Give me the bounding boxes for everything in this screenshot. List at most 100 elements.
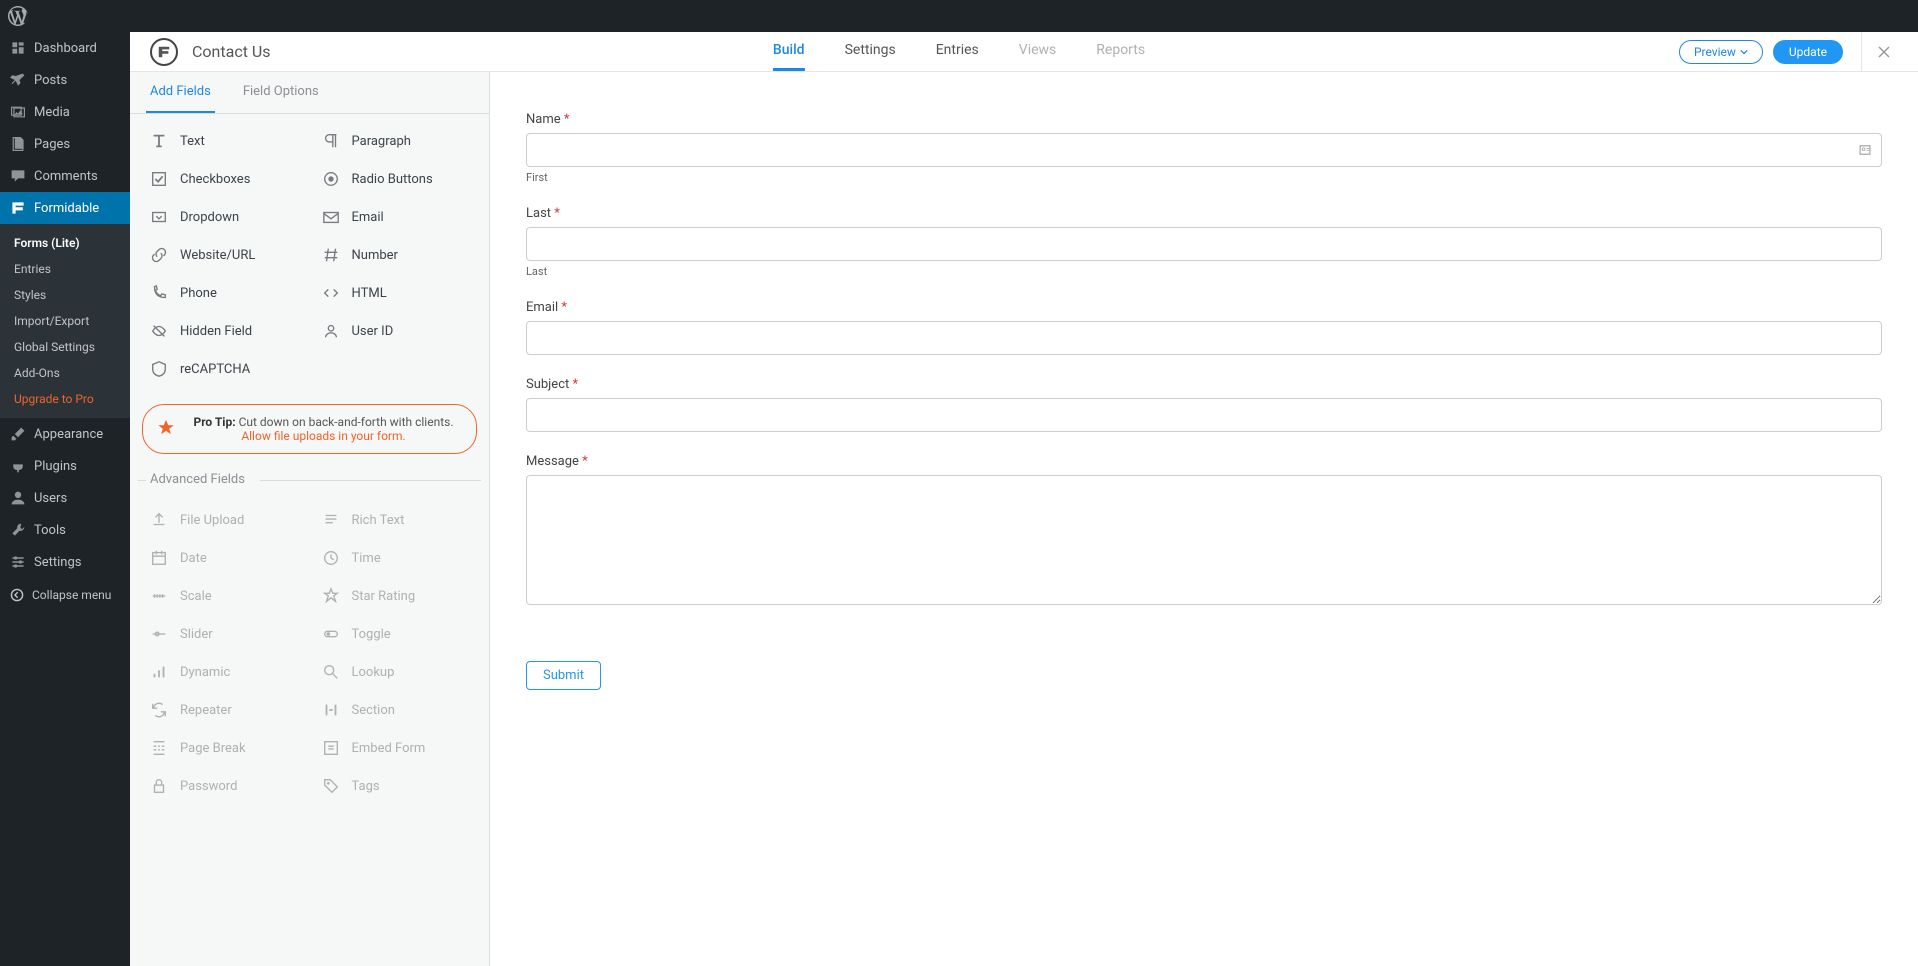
- form-field[interactable]: Name *First: [526, 112, 1882, 184]
- field-type-website-url[interactable]: Website/URL: [138, 236, 310, 274]
- field-type-page-break[interactable]: Page Break: [138, 729, 310, 767]
- wp-admin-sidebar: Dashboard Posts Media PagesCommentsFormidab…: [0, 0, 130, 966]
- close-button[interactable]: [1861, 32, 1898, 72]
- wp-menu-users[interactable]: Users: [0, 482, 130, 514]
- wp-menu-formidable[interactable]: Formidable: [0, 192, 130, 224]
- field-input[interactable]: [526, 227, 1882, 261]
- field-type-dynamic[interactable]: Dynamic: [138, 653, 310, 691]
- field-type-hidden-field[interactable]: Hidden Field: [138, 312, 310, 350]
- form-field[interactable]: Subject *: [526, 377, 1882, 432]
- field-input[interactable]: [526, 475, 1882, 605]
- embed-icon: [322, 739, 340, 757]
- tab-views: Views: [1019, 32, 1057, 71]
- field-type-user-id[interactable]: User ID: [310, 312, 482, 350]
- date-icon: [150, 549, 168, 567]
- panel-tab[interactable]: Field Options: [239, 72, 323, 113]
- wp-menu-plugins[interactable]: Plugins: [0, 450, 130, 482]
- field-input[interactable]: [526, 398, 1882, 432]
- wp-menu-media[interactable]: Media: [0, 96, 130, 128]
- field-type-html[interactable]: HTML: [310, 274, 482, 312]
- wordpress-logo-icon[interactable]: [8, 6, 28, 26]
- submenu-item[interactable]: Entries: [0, 256, 130, 282]
- field-type-slider[interactable]: Slider: [138, 615, 310, 653]
- field-type-scale[interactable]: Scale: [138, 577, 310, 615]
- tab-settings[interactable]: Settings: [845, 32, 896, 71]
- field-type-number[interactable]: Number: [310, 236, 482, 274]
- wp-menu-label: Users: [34, 491, 67, 506]
- field-type-label: reCAPTCHA: [180, 362, 250, 377]
- wp-menu-label: Settings: [34, 555, 81, 570]
- pro-tip-box[interactable]: Pro Tip: Cut down on back-and-forth with…: [142, 404, 477, 454]
- submenu-item[interactable]: Import/Export: [0, 308, 130, 334]
- field-type-radio-buttons[interactable]: Radio Buttons: [310, 160, 482, 198]
- wp-menu-settings[interactable]: Settings: [0, 546, 130, 578]
- field-type-label: Number: [352, 248, 398, 263]
- field-type-star-rating[interactable]: Star Rating: [310, 577, 482, 615]
- wp-menu-comments[interactable]: Comments: [0, 160, 130, 192]
- wp-menu-pages[interactable]: Pages: [0, 128, 130, 160]
- wrench-icon: [10, 522, 26, 538]
- update-button[interactable]: Update: [1773, 40, 1843, 64]
- paragraph-icon: [322, 132, 340, 150]
- wp-menu-label: Posts: [34, 73, 67, 88]
- section-icon: [322, 701, 340, 719]
- preview-button[interactable]: Preview: [1679, 40, 1763, 64]
- field-type-password[interactable]: Password: [138, 767, 310, 805]
- submenu-item[interactable]: Global Settings: [0, 334, 130, 360]
- tip-link[interactable]: Allow file uploads in your form.: [241, 429, 405, 443]
- field-input[interactable]: [526, 133, 1882, 167]
- form-field[interactable]: Email *: [526, 300, 1882, 355]
- panel-tabs: Add Fields Field Options: [130, 72, 489, 114]
- field-type-embed-form[interactable]: Embed Form: [310, 729, 482, 767]
- collapse-menu-button[interactable]: Collapse menu: [0, 578, 130, 612]
- submit-button[interactable]: Submit: [526, 661, 601, 690]
- form-title[interactable]: Contact Us: [192, 42, 271, 61]
- field-type-checkboxes[interactable]: Checkboxes: [138, 160, 310, 198]
- field-type-repeater[interactable]: Repeater: [138, 691, 310, 729]
- field-type-phone[interactable]: Phone: [138, 274, 310, 312]
- field-type-label: Page Break: [180, 741, 246, 756]
- toggle-icon: [322, 625, 340, 643]
- field-type-paragraph[interactable]: Paragraph: [310, 122, 482, 160]
- submenu-item[interactable]: Styles: [0, 282, 130, 308]
- field-input[interactable]: [526, 321, 1882, 355]
- field-type-date[interactable]: Date: [138, 539, 310, 577]
- field-type-tags[interactable]: Tags: [310, 767, 482, 805]
- text-icon: [150, 132, 168, 150]
- formidable-logo-icon: [150, 38, 178, 66]
- field-type-rich-text[interactable]: Rich Text: [310, 501, 482, 539]
- field-type-file-upload[interactable]: File Upload: [138, 501, 310, 539]
- field-type-lookup[interactable]: Lookup: [310, 653, 482, 691]
- field-type-toggle[interactable]: Toggle: [310, 615, 482, 653]
- field-type-email[interactable]: Email: [310, 198, 482, 236]
- field-type-label: Date: [180, 551, 207, 566]
- wp-menu-posts[interactable]: Posts: [0, 64, 130, 96]
- collapse-icon: [10, 588, 24, 602]
- radio-icon: [322, 170, 340, 188]
- media-icon: [10, 104, 26, 120]
- field-type-recaptcha[interactable]: reCAPTCHA: [138, 350, 310, 388]
- field-type-text[interactable]: Text: [138, 122, 310, 160]
- field-type-section[interactable]: Section: [310, 691, 482, 729]
- field-panel: Add Fields Field Options TextParagraphChe…: [130, 72, 490, 966]
- search-icon: [322, 663, 340, 681]
- dropdown-icon: [150, 208, 168, 226]
- wp-menu-tools[interactable]: Tools: [0, 514, 130, 546]
- field-type-label: Dynamic: [180, 665, 230, 680]
- shield-icon: [150, 360, 168, 378]
- submenu-item[interactable]: Forms (Lite): [0, 230, 130, 256]
- submenu-item[interactable]: Add-Ons: [0, 360, 130, 386]
- wp-menu-dashboard[interactable]: Dashboard: [0, 32, 130, 64]
- field-type-label: Toggle: [352, 627, 391, 642]
- tab-entries[interactable]: Entries: [936, 32, 979, 71]
- field-type-label: Repeater: [180, 703, 232, 718]
- form-field[interactable]: Message *: [526, 454, 1882, 609]
- field-type-dropdown[interactable]: Dropdown: [138, 198, 310, 236]
- wp-menu-label: Media: [34, 105, 70, 120]
- submenu-item[interactable]: Upgrade to Pro: [0, 386, 130, 412]
- wp-menu-appearance[interactable]: Appearance: [0, 418, 130, 450]
- field-type-time[interactable]: Time: [310, 539, 482, 577]
- form-field[interactable]: Last *Last: [526, 206, 1882, 278]
- panel-tab[interactable]: Add Fields: [146, 72, 215, 113]
- tab-build[interactable]: Build: [773, 32, 805, 71]
